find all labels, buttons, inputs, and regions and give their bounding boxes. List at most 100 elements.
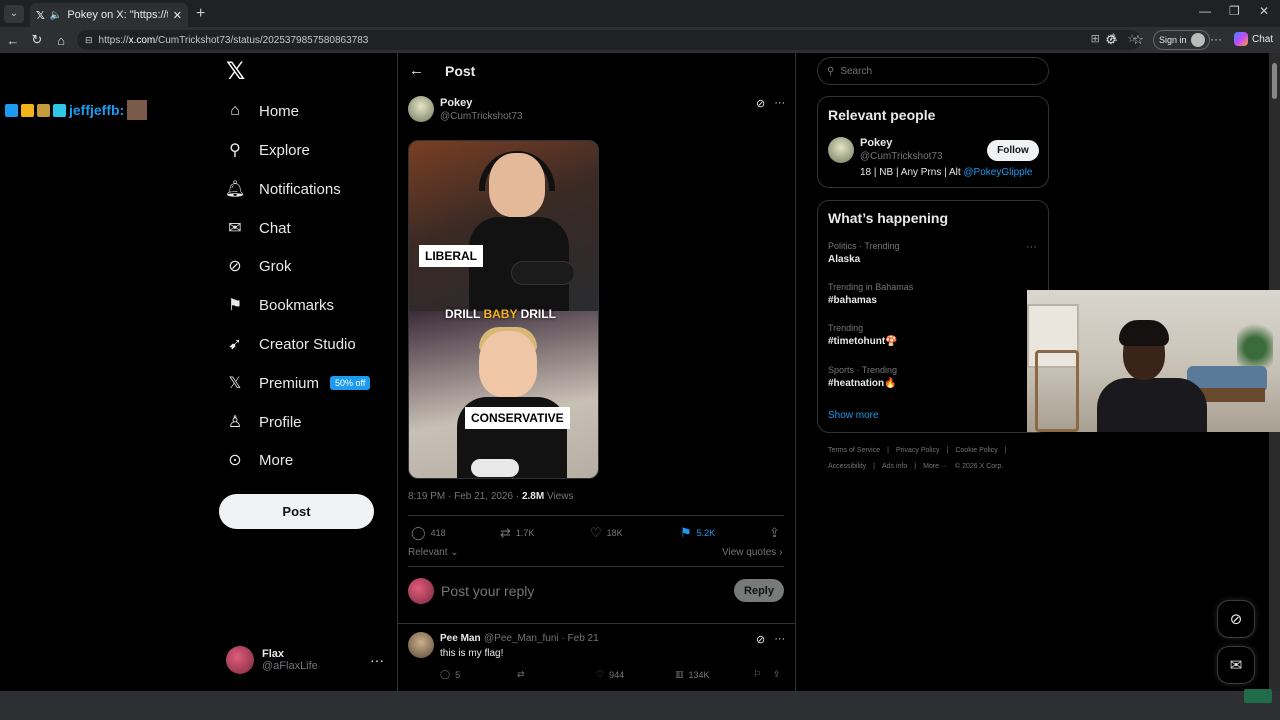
account-menu-icon[interactable]: ··· (370, 652, 384, 668)
copilot-chat-button[interactable]: Chat (1234, 32, 1273, 46)
nav-item-home[interactable]: ⌂ Home (226, 96, 299, 126)
person-icon: ♙ (227, 414, 243, 431)
account-handle: @aFlaxLife (262, 660, 318, 672)
avatar (408, 578, 434, 604)
comment-handle[interactable]: @Pee_Man_funi · Feb 21 (484, 633, 599, 644)
trend-meta: Trending in Bahamas (828, 282, 914, 292)
footer-link[interactable]: Privacy Policy (896, 447, 940, 454)
back-icon[interactable]: ← (1, 33, 25, 48)
reply-icon: ◯ (440, 669, 451, 679)
comment-views-action[interactable]: ▥ 134K (675, 669, 710, 680)
nav-item-chat[interactable]: ✉ Chat (226, 213, 290, 243)
grok-icon[interactable]: ⊘ (756, 97, 765, 110)
comment-like-action[interactable]: ♡ 944 (596, 669, 624, 680)
refresh-icon[interactable]: ↻ (25, 32, 49, 48)
minimize-icon[interactable]: — (1199, 4, 1211, 18)
author-avatar[interactable] (408, 96, 434, 122)
post-video[interactable]: LIBERAL DRILL BABY DRILL CONSERVATIVE (408, 140, 599, 479)
nav-item-notifications[interactable]: 🔔︎ Notifications (225, 174, 341, 204)
nav-label: Profile (259, 413, 302, 431)
more-options-icon[interactable]: ··· (774, 633, 785, 646)
tab-list-button[interactable]: ⌄ (4, 4, 24, 23)
nav-label: More (259, 451, 294, 469)
search-icon: ⚲ (827, 65, 835, 77)
copyright: © 2026 X Corp. (954, 463, 1004, 470)
browser-menu-icon[interactable]: ··· (1210, 32, 1222, 46)
footer-links-row-1: Terms of Service | Privacy Policy | Cookie P… (828, 447, 1014, 454)
comment-bookmark-action[interactable]: ⚐ (753, 669, 761, 680)
x-logo-icon[interactable]: 𝕏 (226, 60, 246, 84)
taskbar-indicator (1244, 689, 1272, 703)
site-info-icon[interactable]: ⊟ (85, 35, 93, 46)
heart-icon: ♡ (590, 525, 602, 540)
footer-link[interactable]: Ads info (882, 463, 907, 470)
nav-item-creator-studio[interactable]: ➹ Creator Studio (226, 329, 355, 359)
trend-more-icon[interactable]: ··· (1026, 241, 1037, 253)
divider (408, 566, 784, 567)
trend-item[interactable]: Trending in Bahamas #bahamas (828, 282, 913, 306)
comment-share-action[interactable]: ⇪ (773, 669, 781, 680)
reply-action[interactable]: ◯ 418 (411, 525, 446, 541)
address-bar[interactable]: ⊟ https://x.com/CumTrickshot73/status/20… (77, 30, 1141, 50)
nav-item-grok[interactable]: ⊘ Grok (226, 251, 291, 281)
trend-item[interactable]: Politics · Trending Alaska (828, 241, 900, 265)
nav-item-explore[interactable]: ⚲ Explore (226, 135, 310, 165)
author-name[interactable]: Pokey (440, 97, 472, 109)
person-name[interactable]: Pokey (860, 137, 892, 149)
comment-reply-count: 5 (455, 669, 461, 680)
repost-action[interactable]: ⇄ 1.7K (500, 525, 534, 541)
view-quotes-link[interactable]: View quotes › (722, 547, 782, 558)
home-browser-icon[interactable]: ⌂ (49, 33, 73, 48)
share-action[interactable]: ⇪ (769, 525, 780, 541)
comment-author-name[interactable]: Pee Man (440, 633, 481, 644)
chat-floating-button[interactable]: ✉ (1217, 646, 1255, 684)
follow-button[interactable]: Follow (987, 140, 1039, 161)
person-bio: 18 | NB | Any Prns | Alt @PokeyGlipple (860, 167, 1032, 178)
nav-item-bookmarks[interactable]: ⚑ Bookmarks (226, 290, 334, 320)
comment-avatar[interactable] (408, 632, 434, 658)
like-action[interactable]: ♡ 18K (590, 525, 623, 541)
trend-item[interactable]: Trending #timetohunt🍄 (828, 323, 898, 347)
restore-icon[interactable]: ❐ (1229, 4, 1240, 18)
sort-dropdown[interactable]: Relevant ⌄ (408, 547, 459, 558)
bookmark-action[interactable]: ⚑ 5.2K (680, 525, 715, 541)
scroll-thumb[interactable] (1272, 63, 1277, 99)
footer-link[interactable]: More ··· (923, 463, 948, 470)
browser-tab[interactable]: 𝕏 🔈 Pokey on X: "https://t.co/FpT ✕ (30, 3, 188, 27)
favorites-icon[interactable]: ☆ (1126, 32, 1150, 48)
reply-input[interactable]: Post your reply (441, 583, 534, 599)
footer-link[interactable]: Terms of Service (828, 447, 880, 454)
search-input[interactable]: ⚲ Search (817, 57, 1049, 85)
nav-item-more[interactable]: ⊙ More (226, 445, 293, 475)
url-host: x.com (128, 34, 156, 46)
avatar[interactable] (828, 137, 854, 163)
account-switcher[interactable]: Flax @aFlaxLife (226, 646, 318, 674)
more-options-icon[interactable]: ··· (774, 97, 785, 110)
nav-item-premium[interactable]: 𝕏 Premium 50% off (226, 368, 371, 398)
person-handle[interactable]: @CumTrickshot73 (860, 151, 943, 162)
close-tab-icon[interactable]: ✕ (173, 9, 182, 22)
author-handle[interactable]: @CumTrickshot73 (440, 111, 523, 122)
reply-button[interactable]: Reply (734, 579, 784, 602)
nav-label: Explore (259, 141, 310, 159)
speaker-icon[interactable]: 🔈 (50, 10, 62, 21)
bio-mention-link[interactable]: @PokeyGlipple (963, 167, 1032, 178)
grok-icon: ⊘ (228, 258, 242, 275)
trend-item[interactable]: Sports · Trending #heatnation🔥 (828, 365, 897, 389)
sign-in-button[interactable]: Sign in (1153, 30, 1210, 50)
back-arrow-icon[interactable]: ← (409, 62, 424, 79)
comment-repost-action[interactable]: ⇄ (517, 669, 525, 680)
grok-floating-button[interactable]: ⊘ (1217, 600, 1255, 638)
footer-link[interactable]: Accessibility (828, 463, 866, 470)
comment-reply-action[interactable]: ◯ 5 (440, 669, 460, 680)
extensions-icon[interactable]: ⚙ (1099, 32, 1123, 48)
footer-link[interactable]: Cookie Policy (955, 447, 997, 454)
show-more-link[interactable]: Show more (828, 410, 879, 421)
comment-header-actions: ⊘ ··· (756, 633, 785, 646)
nav-item-profile[interactable]: ♙ Profile (226, 407, 302, 437)
close-window-icon[interactable]: ✕ (1259, 4, 1269, 18)
post-button[interactable]: Post (219, 494, 374, 529)
grok-icon[interactable]: ⊘ (756, 633, 765, 646)
new-tab-button[interactable]: + (196, 5, 205, 23)
controller-shape (511, 261, 575, 285)
